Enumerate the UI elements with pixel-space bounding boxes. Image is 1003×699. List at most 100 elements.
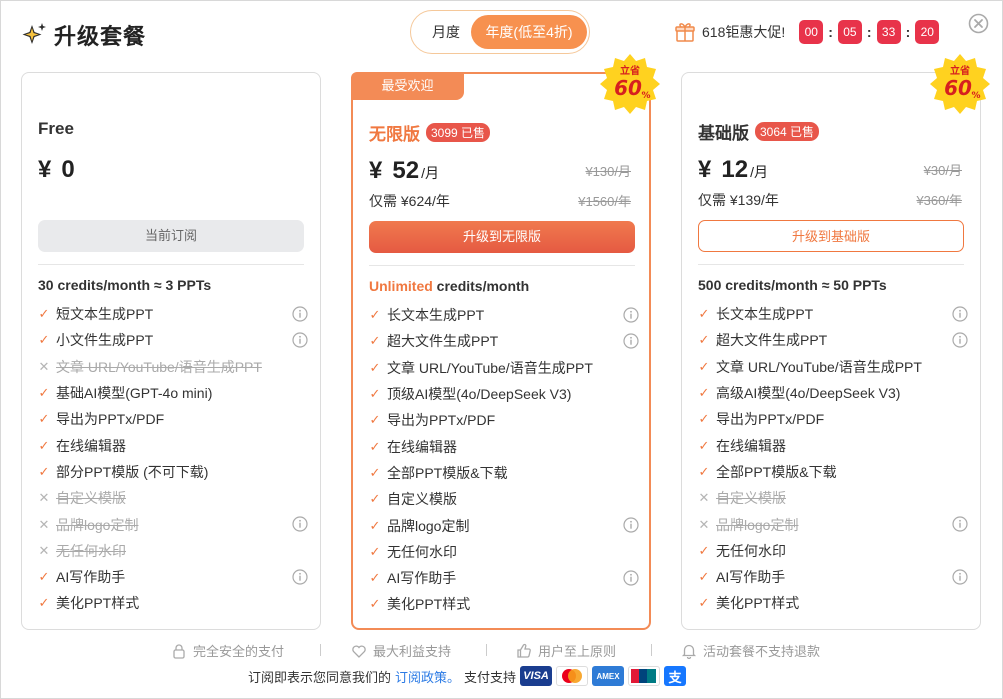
feature-label: 美化PPT样式 — [716, 595, 800, 612]
check-icon: ✓ — [38, 385, 50, 401]
info-icon[interactable] — [292, 569, 308, 585]
countdown-timer: 00 : 05 : 33 : 20 — [799, 20, 940, 44]
cross-icon: ✕ — [38, 490, 50, 506]
feature-label: 无任何水印 — [387, 543, 457, 560]
payment-label: 支付支持 — [464, 669, 517, 685]
badge-value: 60 — [944, 76, 972, 100]
feature-item: ✕ 无任何水印 — [38, 538, 308, 564]
info-icon[interactable] — [292, 332, 308, 348]
original-price: ¥130/月 — [585, 164, 631, 179]
footer-separator — [486, 644, 487, 656]
credits-line: 500 credits/month ≈ 50 PPTs — [698, 277, 887, 293]
countdown-separator: : — [905, 24, 911, 40]
terms-row: 订阅即表示您同意我们的 订阅政策。 支付支持 VISA AMEX 支 — [248, 666, 687, 686]
upgrade-basic-button[interactable]: 升级到基础版 — [698, 220, 964, 252]
feature-label: 文章 URL/YouTube/语音生成PPT — [716, 358, 922, 375]
gift-icon — [675, 23, 695, 42]
cross-icon: ✕ — [38, 516, 50, 532]
feature-item: ✓ 无任何水印 — [698, 538, 968, 564]
info-icon[interactable] — [623, 517, 639, 533]
price-unit: /月 — [750, 164, 768, 180]
plan-name-text: 无限版 — [369, 125, 420, 144]
guarantee-no-refund: 活动套餐不支持退款 — [681, 641, 820, 660]
guarantee-row: 完全安全的支付 最大利益支持 用户至上原则 活动套餐不支持退款 — [0, 641, 1003, 659]
currency-symbol: ¥ — [698, 156, 712, 183]
feature-item: ✓ 品牌logo定制 — [369, 512, 639, 538]
feature-label: 文章 URL/YouTube/语音生成PPT — [56, 358, 262, 375]
feature-label: 自定义模版 — [56, 490, 126, 507]
feature-label: 品牌logo定制 — [56, 516, 139, 533]
check-icon: ✓ — [38, 437, 50, 453]
info-icon[interactable] — [623, 307, 639, 323]
plan-card-free: Free ¥0 当前订阅 30 credits/month ≈ 3 PPTs ✓… — [21, 72, 321, 630]
info-icon[interactable] — [623, 570, 639, 586]
billing-monthly-option[interactable]: 月度 — [417, 15, 475, 49]
feature-label: 在线编辑器 — [387, 438, 457, 455]
check-icon: ✓ — [369, 438, 381, 454]
plan-price: ¥52/月 — [369, 157, 439, 185]
feature-label: 美化PPT样式 — [56, 595, 140, 612]
feature-label: 自定义模版 — [716, 490, 786, 507]
currency-symbol: ¥ — [38, 156, 52, 183]
check-icon: ✓ — [38, 306, 50, 322]
check-icon: ✓ — [698, 437, 710, 453]
upgrade-unlimited-button[interactable]: 升级到无限版 — [369, 221, 635, 253]
countdown-seconds: 20 — [915, 20, 940, 44]
check-icon: ✓ — [698, 411, 710, 427]
subscription-policy-link[interactable]: 订阅政策。 — [395, 667, 460, 686]
feature-label: 美化PPT样式 — [387, 596, 471, 613]
plan-price: ¥12/月 — [698, 156, 768, 184]
feature-label: 全部PPT模版&下载 — [716, 463, 837, 480]
most-popular-tag: 最受欢迎 — [351, 72, 464, 100]
check-icon: ✓ — [369, 307, 381, 323]
info-icon[interactable] — [292, 306, 308, 322]
badge-pct: % — [641, 91, 650, 101]
info-icon[interactable] — [952, 306, 968, 322]
visa-icon: VISA — [520, 666, 553, 686]
check-icon: ✓ — [698, 463, 710, 479]
feature-label: 在线编辑器 — [56, 437, 126, 454]
feature-item: ✓ 在线编辑器 — [38, 432, 308, 458]
billing-yearly-option[interactable]: 年度(低至4折) — [471, 15, 587, 49]
guarantee-max-benefit: 最大利益支持 — [351, 641, 451, 660]
current-subscription-button[interactable]: 当前订阅 — [38, 220, 304, 252]
feature-label: 长文本生成PPT — [716, 306, 814, 323]
alipay-icon: 支 — [664, 666, 687, 686]
check-icon: ✓ — [38, 332, 50, 348]
feature-item: ✓ 导出为PPTx/PDF — [369, 407, 639, 433]
feature-item: ✓ 全部PPT模版&下载 — [369, 460, 639, 486]
feature-item: ✓ 美化PPT样式 — [698, 590, 968, 616]
feature-label: 导出为PPTx/PDF — [716, 411, 825, 428]
check-icon: ✓ — [369, 517, 381, 533]
guarantee-label: 用户至上原则 — [538, 644, 617, 659]
feature-label: 无任何水印 — [56, 542, 126, 559]
feature-item: ✓ 美化PPT样式 — [369, 591, 639, 617]
check-icon: ✓ — [369, 386, 381, 402]
guarantee-label: 完全安全的支付 — [193, 644, 285, 659]
info-icon[interactable] — [623, 333, 639, 349]
feature-item: ✓ 美化PPT样式 — [38, 590, 308, 616]
feature-item: ✕ 文章 URL/YouTube/语音生成PPT — [38, 354, 308, 380]
feature-label: 短文本生成PPT — [56, 306, 154, 323]
feature-item: ✓ 顶级AI模型(4o/DeepSeek V3) — [369, 381, 639, 407]
feature-item: ✓ 全部PPT模版&下载 — [698, 459, 968, 485]
cross-icon: ✕ — [698, 490, 710, 506]
info-icon[interactable] — [952, 516, 968, 532]
billing-toggle: 月度 年度(低至4折) — [410, 10, 590, 54]
feature-item: ✕ 品牌logo定制 — [38, 511, 308, 537]
info-icon[interactable] — [952, 569, 968, 585]
thumbs-up-icon — [517, 643, 531, 658]
feature-label: AI写作助手 — [56, 569, 126, 586]
check-icon: ✓ — [369, 359, 381, 375]
close-icon[interactable] — [968, 13, 989, 34]
credits-line: Unlimited credits/month — [369, 278, 529, 294]
info-icon[interactable] — [292, 516, 308, 532]
check-icon: ✓ — [698, 358, 710, 374]
feature-label: 品牌logo定制 — [387, 517, 470, 534]
info-icon[interactable] — [952, 332, 968, 348]
check-icon: ✓ — [369, 570, 381, 586]
feature-label: AI写作助手 — [387, 570, 457, 587]
plan-name-text: Free — [38, 119, 74, 138]
feature-label: 顶级AI模型(4o/DeepSeek V3) — [387, 386, 572, 403]
check-icon: ✓ — [698, 332, 710, 348]
